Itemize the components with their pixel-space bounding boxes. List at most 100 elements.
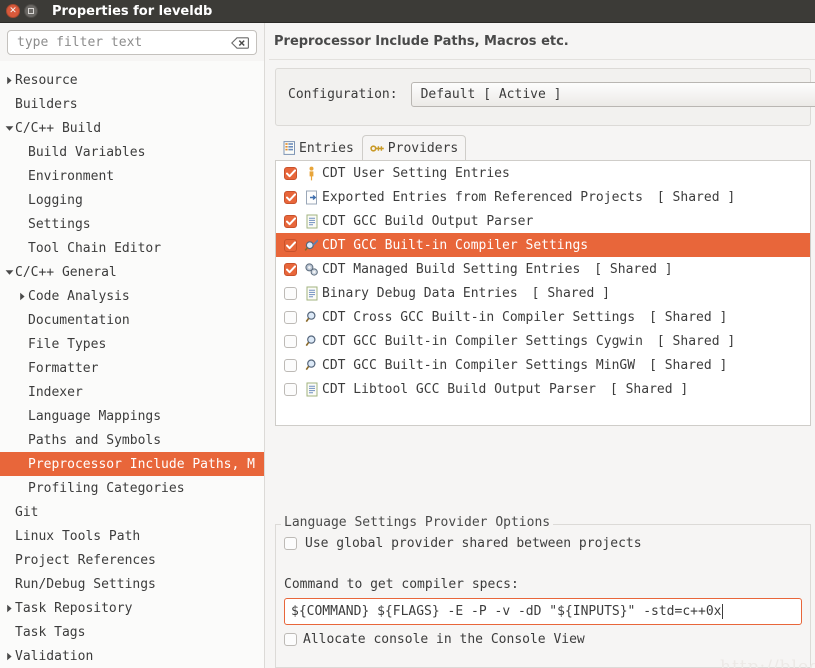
person-icon xyxy=(303,166,320,181)
provider-row[interactable]: CDT GCC Built-in Compiler Settings Cygwi… xyxy=(276,329,810,353)
sidebar-item-c-c-general[interactable]: C/C++ General xyxy=(0,260,264,284)
sidebar-item-profiling-categories[interactable]: Profiling Categories xyxy=(0,476,264,500)
provider-checkbox[interactable] xyxy=(284,310,297,324)
sidebar-item-label: Project References xyxy=(15,552,156,568)
entries-icon xyxy=(283,141,296,155)
providers-icon xyxy=(370,142,385,155)
allocate-console-label: Allocate console in the Console View xyxy=(303,632,585,647)
sidebar-item-c-c-build[interactable]: C/C++ Build xyxy=(0,116,264,140)
sidebar-item-file-types[interactable]: File Types xyxy=(0,332,264,356)
global-provider-checkbox[interactable] xyxy=(284,537,297,550)
provider-checkbox[interactable] xyxy=(284,286,297,300)
dialog-body: Resource Builders C/C++ Build Build Variabl… xyxy=(0,23,815,668)
sidebar-item-indexer[interactable]: Indexer xyxy=(0,380,264,404)
sidebar-item-label: Resource xyxy=(15,72,78,88)
sidebar-item-preprocessor-include-paths-m[interactable]: Preprocessor Include Paths, M xyxy=(0,452,264,476)
sidebar-item-task-repository[interactable]: Task Repository xyxy=(0,596,264,620)
tab-bar[interactable]: Entries Providers xyxy=(275,135,815,160)
magnifier-icon xyxy=(303,334,320,349)
sidebar-item-language-mappings[interactable]: Language Mappings xyxy=(0,404,264,428)
sidebar-item-paths-and-symbols[interactable]: Paths and Symbols xyxy=(0,428,264,452)
search-input[interactable] xyxy=(15,34,231,51)
settings-tree[interactable]: Resource Builders C/C++ Build Build Variabl… xyxy=(0,68,264,668)
chevron-right-icon[interactable] xyxy=(4,604,15,613)
command-label: Command to get compiler specs: xyxy=(284,577,519,592)
provider-checkbox[interactable] xyxy=(284,166,297,180)
sidebar-item-linux-tools-path[interactable]: Linux Tools Path xyxy=(0,524,264,548)
providers-list[interactable]: CDT User Setting Entries Exported Entries… xyxy=(275,160,811,426)
allocate-console-checkbox[interactable] xyxy=(284,633,297,646)
provider-row[interactable]: CDT Libtool GCC Build Output Parser [ Sha… xyxy=(276,377,810,401)
sidebar-item-tool-chain-editor[interactable]: Tool Chain Editor xyxy=(0,236,264,260)
tab-label: Providers xyxy=(387,140,459,156)
provider-row[interactable]: CDT Cross GCC Built-in Compiler Settings… xyxy=(276,305,810,329)
sidebar-item-run-debug-settings[interactable]: Run/Debug Settings xyxy=(0,572,264,596)
sidebar-item-label: Code Analysis xyxy=(28,288,130,304)
provider-checkbox[interactable] xyxy=(284,334,297,348)
chevron-right-icon[interactable] xyxy=(17,292,28,301)
global-provider-label: Use global provider shared between proje… xyxy=(305,536,642,551)
provider-row[interactable]: Exported Entries from Referenced Project… xyxy=(276,185,810,209)
clear-text-icon[interactable] xyxy=(231,36,249,49)
chevron-right-icon[interactable] xyxy=(4,652,15,661)
sidebar-item-git[interactable]: Git xyxy=(0,500,264,524)
sidebar-item-label: Task Tags xyxy=(15,624,86,640)
sidebar-item-resource[interactable]: Resource xyxy=(0,68,264,92)
provider-row[interactable]: CDT GCC Build Output Parser xyxy=(276,209,810,233)
sidebar-item-label: Validation xyxy=(15,648,94,664)
sidebar-item-label: Preprocessor Include Paths, M xyxy=(28,456,255,472)
allocate-console-row[interactable]: Allocate console in the Console View xyxy=(276,625,810,647)
provider-row[interactable]: CDT Managed Build Setting Entries [ Share… xyxy=(276,257,810,281)
provider-checkbox[interactable] xyxy=(284,262,297,276)
sidebar-item-code-analysis[interactable]: Code Analysis xyxy=(0,284,264,308)
window-title: Properties for leveldb xyxy=(52,3,213,19)
provider-checkbox[interactable] xyxy=(284,190,297,204)
gears-icon xyxy=(303,262,320,277)
shared-badge: [ Shared ] xyxy=(594,261,673,277)
provider-checkbox[interactable] xyxy=(284,214,297,228)
chevron-down-icon[interactable] xyxy=(4,269,15,276)
chevron-right-icon[interactable] xyxy=(4,76,15,85)
provider-label: CDT GCC Build Output Parser xyxy=(322,213,534,229)
sidebar-item-documentation[interactable]: Documentation xyxy=(0,308,264,332)
provider-row[interactable]: CDT GCC Built-in Compiler Settings xyxy=(276,233,810,257)
tab-providers[interactable]: Providers xyxy=(361,135,467,160)
shared-badge: [ Shared ] xyxy=(649,357,728,373)
sidebar-item-label: Tool Chain Editor xyxy=(28,240,162,256)
sidebar-item-label: Run/Debug Settings xyxy=(15,576,156,592)
document-icon xyxy=(303,382,320,397)
sidebar-item-build-variables[interactable]: Build Variables xyxy=(0,140,264,164)
configuration-label: Configuration: xyxy=(288,87,398,102)
configuration-group: Configuration: Default [ Active ] xyxy=(275,68,815,126)
chevron-down-icon[interactable] xyxy=(4,125,15,132)
sidebar-item-label: Build Variables xyxy=(28,144,146,160)
document-icon xyxy=(303,286,320,301)
provider-row[interactable]: CDT GCC Built-in Compiler Settings MinGW… xyxy=(276,353,810,377)
sidebar-item-logging[interactable]: Logging xyxy=(0,188,264,212)
sidebar-item-settings[interactable]: Settings xyxy=(0,212,264,236)
sidebar-item-formatter[interactable]: Formatter xyxy=(0,356,264,380)
sidebar-item-environment[interactable]: Environment xyxy=(0,164,264,188)
configuration-dropdown[interactable]: Default [ Active ] xyxy=(410,82,815,107)
provider-checkbox[interactable] xyxy=(284,358,297,372)
sidebar-item-project-references[interactable]: Project References xyxy=(0,548,264,572)
close-icon[interactable]: ✕ xyxy=(6,4,20,18)
sidebar-item-label: Indexer xyxy=(28,384,83,400)
provider-label: CDT Managed Build Setting Entries xyxy=(322,261,581,277)
sidebar-item-task-tags[interactable]: Task Tags xyxy=(0,620,264,644)
tab-entries[interactable]: Entries xyxy=(275,135,362,160)
properties-dialog: ✕ Properties for leveldb Resource Builder… xyxy=(0,0,815,668)
provider-checkbox[interactable] xyxy=(284,238,297,252)
maximize-icon[interactable] xyxy=(24,4,38,18)
provider-row[interactable]: CDT User Setting Entries xyxy=(276,161,810,185)
filter-box[interactable] xyxy=(7,30,257,55)
sidebar-item-validation[interactable]: Validation xyxy=(0,644,264,668)
compiler-specs-input[interactable]: ${COMMAND} ${FLAGS} -E -P -v -dD "${INPU… xyxy=(284,598,802,625)
title-divider xyxy=(269,59,815,60)
provider-label: CDT GCC Built-in Compiler Settings MinGW xyxy=(322,357,636,373)
provider-checkbox[interactable] xyxy=(284,382,297,396)
provider-label: Binary Debug Data Entries xyxy=(322,285,518,301)
sidebar-item-builders[interactable]: Builders xyxy=(0,92,264,116)
compiler-specs-value: ${COMMAND} ${FLAGS} -E -P -v -dD "${INPU… xyxy=(291,604,722,619)
provider-row[interactable]: Binary Debug Data Entries [ Shared ] xyxy=(276,281,810,305)
